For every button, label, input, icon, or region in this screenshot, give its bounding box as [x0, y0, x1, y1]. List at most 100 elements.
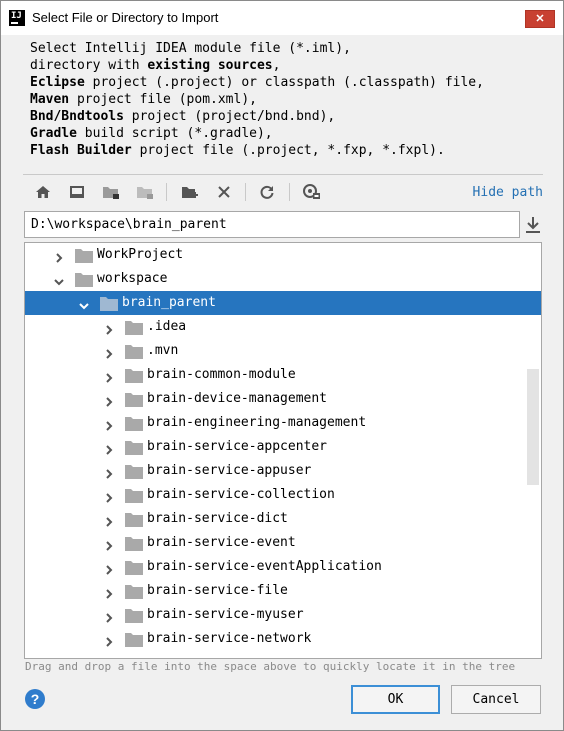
tree-row[interactable]: brain-service-dict	[25, 507, 541, 531]
tree-item-label: .mvn	[147, 343, 179, 358]
tree-row[interactable]: .idea	[25, 315, 541, 339]
chevron-right-icon[interactable]	[103, 369, 115, 383]
chevron-right-icon[interactable]	[103, 441, 115, 455]
folder-icon	[75, 272, 93, 287]
tree-scrollbar[interactable]	[527, 369, 539, 485]
description-line: Bnd/Bndtools project (project/bnd.bnd),	[30, 108, 484, 125]
new-folder-icon[interactable]	[178, 180, 202, 204]
delete-icon[interactable]	[212, 180, 236, 204]
tree-item-label: brain-service-event	[147, 535, 296, 550]
home-icon[interactable]	[31, 180, 55, 204]
chevron-right-icon[interactable]	[103, 345, 115, 359]
folder-icon	[125, 560, 143, 575]
description-emphasis: Gradle	[30, 126, 77, 141]
folder-icon	[125, 392, 143, 407]
chevron-right-icon[interactable]	[103, 321, 115, 335]
tree-item-label: brain-common-module	[147, 367, 296, 382]
description-line: Eclipse project (.project) or classpath …	[30, 74, 484, 91]
tree-row[interactable]: brain-service-appcenter	[25, 435, 541, 459]
folder-icon	[125, 344, 143, 359]
chevron-right-icon[interactable]	[103, 537, 115, 551]
tree-row[interactable]: .mvn	[25, 339, 541, 363]
description-emphasis: existing sources	[147, 58, 273, 73]
file-chooser-toolbar: Hide path	[23, 177, 545, 207]
project-folder-icon[interactable]	[99, 180, 123, 204]
description-text: project (project/bnd.bnd),	[123, 109, 336, 124]
tree-item-label: brain-service-myuser	[147, 607, 304, 622]
tree-row[interactable]: workspace	[25, 267, 541, 291]
folder-icon	[125, 632, 143, 647]
tree-row[interactable]: brain_parent	[25, 291, 541, 315]
folder-icon	[100, 296, 118, 311]
description-text: Select Intellij IDEA module file (*.iml)…	[30, 41, 351, 56]
file-tree[interactable]: WorkProject workspace brain_parent .idea .mv…	[24, 242, 542, 659]
chevron-down-icon[interactable]	[53, 273, 65, 286]
tree-row[interactable]: brain-service-eventApplication	[25, 555, 541, 579]
folder-icon	[125, 488, 143, 503]
chevron-right-icon[interactable]	[103, 609, 115, 623]
chevron-right-icon[interactable]	[103, 585, 115, 599]
description-emphasis: Flash Builder	[30, 143, 132, 158]
chevron-right-icon[interactable]	[103, 561, 115, 575]
tree-item-label: brain-service-eventApplication	[147, 559, 382, 574]
description-line: Flash Builder project file (.project, *.…	[30, 142, 484, 159]
chevron-right-icon[interactable]	[103, 633, 115, 647]
drag-drop-hint: Drag and drop a file into the space abov…	[25, 660, 516, 673]
path-field[interactable]: D:\workspace\brain_parent	[24, 211, 520, 238]
folder-icon	[125, 320, 143, 335]
tree-item-label: brain-service-file	[147, 583, 288, 598]
folder-icon	[125, 608, 143, 623]
folder-icon	[125, 512, 143, 527]
tree-item-label: brain-service-appcenter	[147, 439, 328, 454]
folder-icon	[125, 536, 143, 551]
hide-path-link[interactable]: Hide path	[473, 185, 543, 200]
chevron-right-icon[interactable]	[103, 465, 115, 479]
chevron-right-icon[interactable]	[103, 417, 115, 431]
tree-row[interactable]: brain-service-collection	[25, 483, 541, 507]
tree-row[interactable]: brain-service-event	[25, 531, 541, 555]
ok-button[interactable]: OK	[351, 685, 440, 714]
tree-item-label: brain-device-management	[147, 391, 328, 406]
import-description: Select Intellij IDEA module file (*.iml)…	[30, 40, 484, 159]
tree-row[interactable]: brain-service-appuser	[25, 459, 541, 483]
tree-row[interactable]: brain-service-file	[25, 579, 541, 603]
show-hidden-icon[interactable]	[300, 180, 324, 204]
tree-row[interactable]: brain-service-network	[25, 627, 541, 651]
toolbar-separator	[166, 183, 167, 201]
description-line: Gradle build script (*.gradle),	[30, 125, 484, 142]
title-bar[interactable]: IJ Select File or Directory to Import ✕	[1, 1, 563, 35]
chevron-right-icon[interactable]	[103, 489, 115, 503]
tree-item-label: workspace	[97, 271, 168, 286]
module-folder-icon[interactable]	[133, 180, 157, 204]
chevron-right-icon[interactable]	[53, 249, 65, 263]
folder-icon	[125, 368, 143, 383]
description-text: build script (*.gradle),	[76, 126, 273, 141]
tree-item-label: brain_parent	[122, 295, 216, 310]
chevron-right-icon[interactable]	[103, 513, 115, 527]
chevron-down-icon[interactable]	[78, 297, 90, 310]
tree-row[interactable]: brain-common-module	[25, 363, 541, 387]
tree-row[interactable]: WorkProject	[25, 243, 541, 267]
refresh-icon[interactable]	[255, 180, 279, 204]
folder-icon	[125, 416, 143, 431]
toolbar-separator	[245, 183, 246, 201]
description-emphasis: Maven	[30, 92, 70, 107]
tree-item-label: brain-engineering-management	[147, 415, 367, 430]
help-icon[interactable]: ?	[25, 689, 45, 709]
tree-row[interactable]: brain-service-myuser	[25, 603, 541, 627]
chevron-right-icon[interactable]	[103, 393, 115, 407]
folder-icon	[125, 440, 143, 455]
download-icon[interactable]	[523, 214, 543, 236]
close-button[interactable]: ✕	[525, 10, 555, 28]
intellij-app-icon: IJ	[9, 10, 25, 26]
description-emphasis: Bnd/Bndtools	[30, 109, 124, 124]
description-line: Select Intellij IDEA module file (*.iml)…	[30, 40, 484, 57]
description-text: directory with	[30, 58, 148, 73]
cancel-button[interactable]: Cancel	[451, 685, 541, 714]
tree-item-label: brain-service-dict	[147, 511, 288, 526]
tree-row[interactable]: brain-engineering-management	[25, 411, 541, 435]
tree-row[interactable]: brain-device-management	[25, 387, 541, 411]
tree-item-label: .idea	[147, 319, 187, 334]
desktop-icon[interactable]	[65, 180, 89, 204]
folder-icon	[75, 248, 93, 263]
